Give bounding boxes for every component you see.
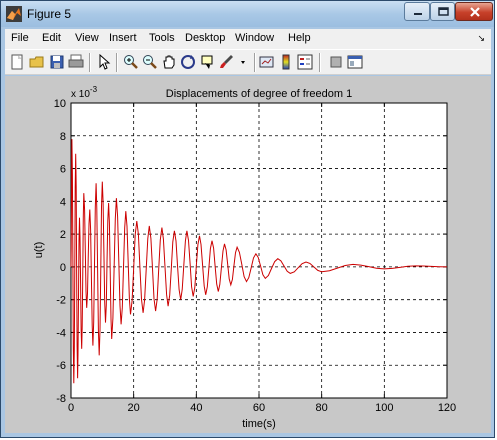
toolbar-separator [89,53,91,72]
edit-plot-icon[interactable] [96,54,112,70]
chart-title: Displacements of degree of freedom 1 [166,88,353,100]
x-tick-label: 60 [253,402,265,414]
menu-desktop[interactable]: Desktop [185,32,225,44]
y-tick-label: 2 [60,229,66,241]
figure-canvas: 0 20 40 60 80 100 120 -8 -6 -4 -2 0 2 4 6 8 10 Displacem… [5,76,491,433]
colorbar-icon[interactable] [278,54,294,70]
x-axis-label: time(s) [242,418,276,430]
pan-icon[interactable] [161,54,177,70]
menu-help[interactable]: Help [288,32,311,44]
menu-tools[interactable]: Tools [149,32,175,44]
toolbar-separator [116,53,118,72]
maximize-button[interactable] [430,2,455,21]
menu-edit[interactable]: Edit [42,32,61,44]
menu-bar: ↘ File Edit View Insert Tools Desktop Window He… [5,29,491,49]
x-tick-label: 120 [438,402,456,414]
window-title: Figure 5 [27,7,72,21]
y-tick-label: 6 [60,164,66,176]
toolbar-separator [254,53,256,72]
y-tick-label: -6 [56,360,66,372]
menu-file[interactable]: File [11,32,29,44]
data-cursor-icon[interactable] [200,54,216,70]
menu-window[interactable]: Window [235,32,274,44]
close-icon [470,7,480,17]
y-axis-label: u(t) [33,242,45,259]
x-tick-label: 20 [128,402,140,414]
open-file-icon[interactable] [29,54,45,70]
zoom-in-icon[interactable] [123,54,139,70]
figure-window: Figure 5 ↘ File Edit View Insert Tools Deskto… [0,0,495,438]
plot-svg[interactable]: 0 20 40 60 80 100 120 -8 -6 -4 -2 0 2 4 6 8 10 Displacem… [5,76,491,433]
menu-view[interactable]: View [75,32,99,44]
close-button[interactable] [455,2,493,21]
brush-icon[interactable] [219,54,235,70]
legend-icon[interactable] [297,54,313,70]
toolbar-separator [319,53,321,72]
y-tick-label: 10 [54,98,66,110]
y-tick-label: -4 [56,327,66,339]
minimize-button[interactable] [404,2,430,21]
zoom-out-icon[interactable] [142,54,158,70]
menu-overflow-icon[interactable]: ↘ [477,33,485,44]
link-plot-icon[interactable] [259,54,275,70]
hide-plot-tools-icon[interactable] [328,54,344,70]
minimize-icon [414,13,422,15]
y-exponent-label: x 10-3 [71,85,98,100]
new-figure-icon[interactable] [9,54,25,70]
y-tick-label: -2 [56,295,66,307]
maximize-icon [438,7,449,16]
x-tick-label: 80 [316,402,328,414]
y-tick-label: 0 [60,262,66,274]
y-tick-label: 8 [60,131,66,143]
x-tick-label: 40 [190,402,202,414]
rotate-3d-icon[interactable] [180,54,196,70]
title-bar[interactable]: Figure 5 [1,1,494,27]
save-icon[interactable] [49,54,65,70]
print-icon[interactable] [68,54,84,70]
x-tick-label: 100 [375,402,393,414]
matlab-icon [6,6,22,22]
y-tick-label: 4 [60,196,66,208]
y-tick-label: -8 [56,393,66,405]
show-plot-tools-icon[interactable] [347,54,363,70]
menu-insert[interactable]: Insert [109,32,137,44]
x-tick-label: 0 [68,402,74,414]
brush-dropdown-icon[interactable] [237,54,253,70]
figure-toolbar [5,49,491,75]
